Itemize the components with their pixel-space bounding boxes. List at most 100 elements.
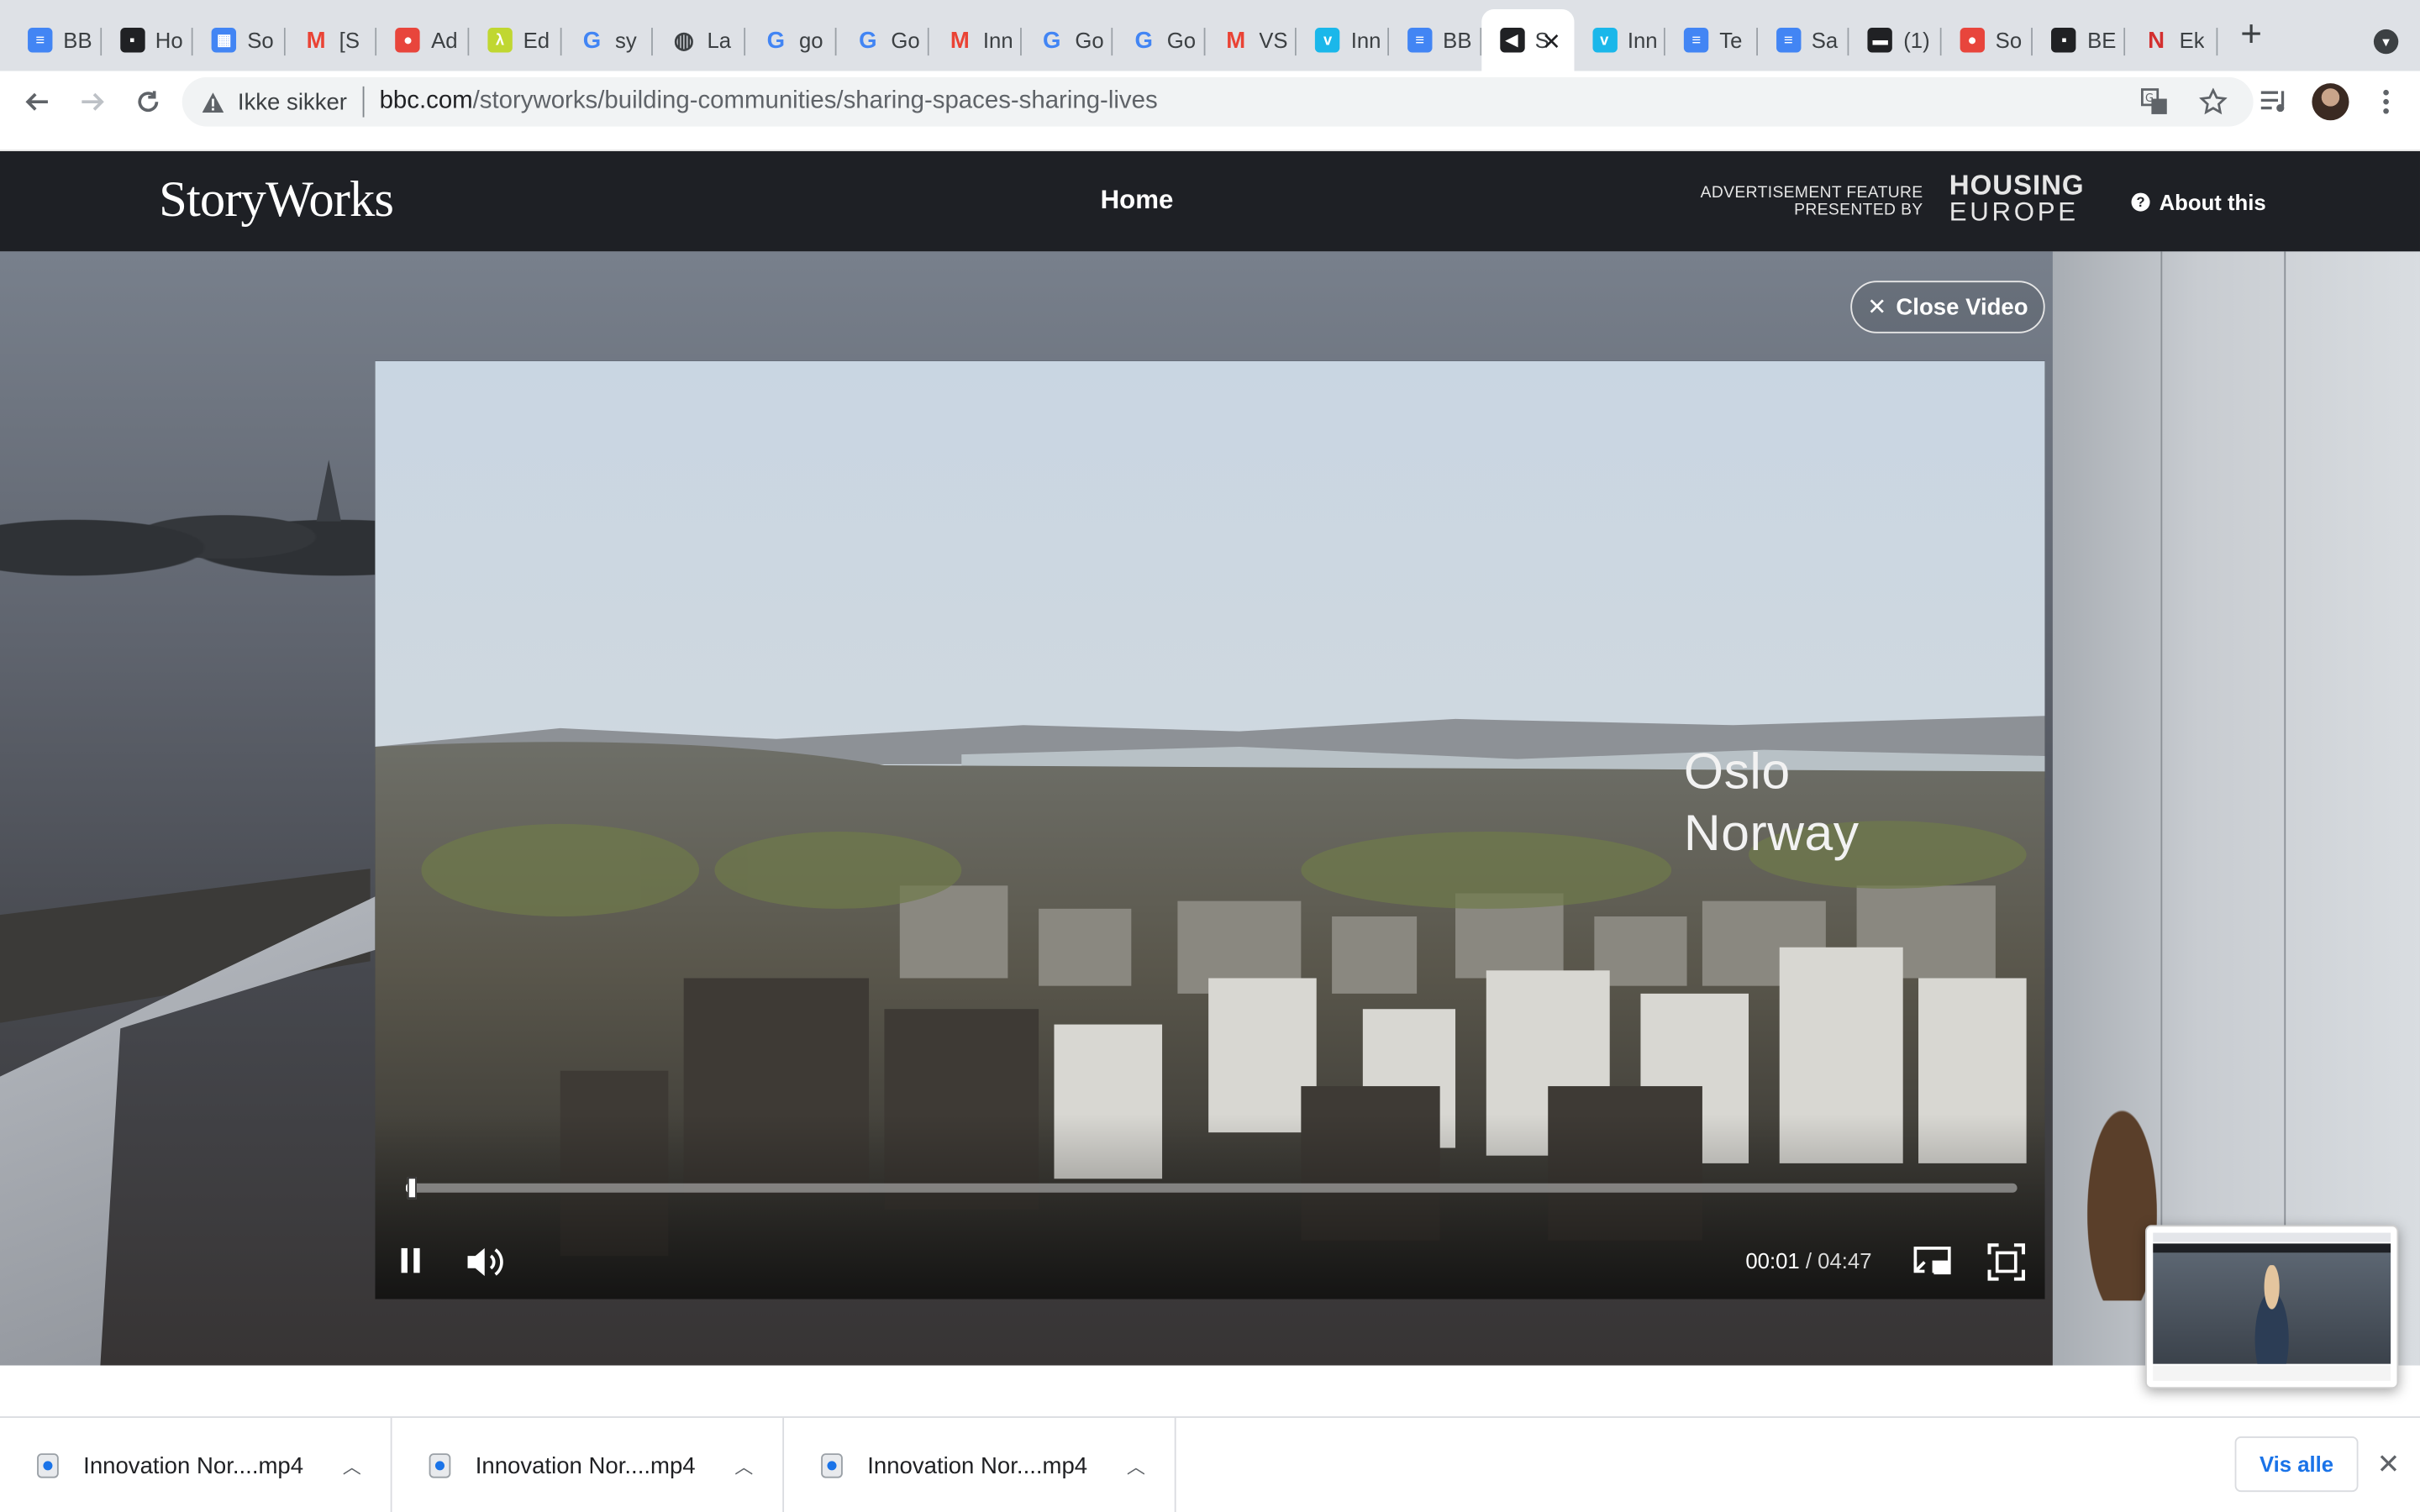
tab-title: go (798, 28, 823, 53)
google-icon: G (859, 27, 877, 54)
tab-title: Go (891, 28, 920, 53)
gmail-icon: M (950, 27, 970, 54)
video-player[interactable]: Oslo Norway 00:01 / 04:47 (375, 360, 2045, 1299)
browser-tab[interactable]: G Go (1113, 9, 1205, 71)
google-docs-icon: ≡ (1684, 28, 1709, 53)
gmail-icon: M (306, 27, 326, 54)
google-icon: G (1134, 27, 1153, 54)
google-calendar-icon: ▦ (211, 28, 237, 53)
browser-tab[interactable]: M Inn (929, 9, 1021, 71)
browser-tab[interactable]: N Ek (2125, 9, 2217, 71)
browser-tab[interactable]: ▬ (1) (1849, 9, 1941, 71)
download-item[interactable]: Innovation Nor....mp4 ︿ (0, 1417, 392, 1512)
vimeo-icon: v (1591, 28, 1617, 53)
google-icon: G (766, 27, 786, 54)
browser-tab[interactable]: ≡ Sa (1757, 9, 1849, 71)
download-item[interactable]: Innovation Nor....mp4 ︿ (784, 1417, 1176, 1512)
n-logo-icon: N (2148, 27, 2165, 54)
nav-home-link[interactable]: Home (1101, 185, 1174, 216)
storyworks-logo[interactable]: StoryWorks (159, 173, 394, 230)
media-control-icon[interactable] (2260, 87, 2291, 118)
browser-tab[interactable]: ▪ Ho (101, 9, 193, 71)
circle-logo-icon: ● (395, 28, 421, 53)
browser-tab[interactable]: ≡ BB (9, 9, 101, 71)
close-video-label: Close Video (1896, 293, 2028, 321)
housing-europe-logo[interactable]: HOUSING EUROPE (1949, 171, 2085, 227)
browser-tab[interactable]: ▦ So (193, 9, 285, 71)
browser-tab[interactable]: λ Ed (469, 9, 561, 71)
show-all-downloads-button[interactable]: Vis alle (2234, 1436, 2359, 1493)
pause-button[interactable] (393, 1241, 427, 1281)
chevron-up-icon[interactable]: ︿ (734, 1452, 753, 1478)
tab-title: La (707, 28, 732, 53)
file-icon (37, 1453, 59, 1478)
picture-in-picture-button[interactable] (1912, 1242, 1953, 1279)
star-icon[interactable] (2198, 87, 2229, 118)
browser-tab[interactable]: ● Ad (377, 9, 469, 71)
google-icon: G (582, 27, 602, 54)
google-docs-icon: ≡ (28, 28, 53, 53)
download-filename: Innovation Nor....mp4 (867, 1452, 1088, 1479)
download-filename: Innovation Nor....mp4 (83, 1452, 304, 1479)
chevron-up-icon[interactable]: ︿ (343, 1452, 361, 1478)
browser-tab[interactable]: Ggo (745, 9, 837, 71)
forward-button[interactable] (65, 74, 120, 129)
close-video-button[interactable]: ✕ Close Video (1850, 281, 2045, 333)
time-display: 00:01 / 04:47 (1745, 1248, 1871, 1273)
browser-tab[interactable]: v Inn (1297, 9, 1389, 71)
warning-icon[interactable] (201, 90, 225, 114)
address-bar[interactable]: Ikke sikker bbc.com/storyworks/building-… (182, 76, 2254, 127)
pause-icon (401, 1247, 408, 1273)
circle-logo-icon: ● (1960, 28, 1985, 53)
bbc-icon: ▪ (119, 28, 145, 53)
kebab-menu-icon[interactable] (2370, 87, 2402, 118)
security-label[interactable]: Ikke sikker (238, 89, 347, 115)
google-docs-icon: ≡ (1776, 28, 1801, 53)
browser-tab[interactable]: ≡ Te (1665, 9, 1757, 71)
browser-tab[interactable]: ◀ S ✕ (1481, 9, 1574, 71)
progress-handle[interactable] (408, 1177, 418, 1200)
volume-button[interactable] (463, 1241, 509, 1284)
gmail-icon: M (1226, 27, 1246, 54)
pip-footer (2153, 1365, 2391, 1381)
fullscreen-button[interactable] (1986, 1242, 2027, 1283)
url-text[interactable]: bbc.com/storyworks/building-communities/… (380, 88, 1158, 116)
pip-site-header (2153, 1243, 2391, 1253)
reload-button[interactable] (120, 74, 176, 129)
total-time: 04:47 (1818, 1247, 1872, 1273)
about-this-link[interactable]: ? About this (2131, 190, 2266, 214)
browser-tab[interactable]: M VS (1205, 9, 1297, 71)
browser-tab[interactable]: ▪ BE (2033, 9, 2125, 71)
back-button[interactable] (9, 74, 65, 129)
tab-title: Inn (1350, 28, 1381, 53)
browser-tab[interactable]: ◍ La (653, 9, 744, 71)
pip-video (2153, 1252, 2391, 1364)
file-icon (429, 1453, 451, 1478)
video-caption: Oslo Norway (1684, 741, 1860, 864)
close-shelf-icon[interactable]: ✕ (2377, 1449, 2401, 1482)
tab-title: BB (63, 28, 92, 53)
download-item[interactable]: Innovation Nor....mp4 ︿ (392, 1417, 785, 1512)
browser-tab[interactable]: ● So (1941, 9, 2033, 71)
browser-tab[interactable]: ≡ BB (1389, 9, 1481, 71)
omnibox-divider (362, 86, 365, 118)
browser-tab[interactable]: M [S (285, 9, 377, 71)
profile-avatar[interactable] (2312, 83, 2349, 121)
browser-tab[interactable]: v Inn (1574, 9, 1665, 71)
tab-search-icon[interactable]: ▼ (2373, 29, 2399, 55)
new-tab-button[interactable]: + (2223, 5, 2279, 66)
chevron-up-icon[interactable]: ︿ (1127, 1452, 1145, 1478)
browser-tab[interactable]: G Go (1021, 9, 1113, 71)
download-shelf: Innovation Nor....mp4 ︿ Innovation Nor..… (0, 1416, 2420, 1512)
close-tab-icon[interactable]: ✕ (1542, 28, 1561, 55)
translate-icon[interactable]: G (2139, 87, 2170, 118)
browser-tab[interactable]: Gsy (561, 9, 653, 71)
google-icon: G (1043, 27, 1061, 54)
arrow-right-icon (82, 92, 104, 111)
browser-tab[interactable]: G Go (837, 9, 929, 71)
download-filename: Innovation Nor....mp4 (475, 1452, 696, 1479)
picture-in-picture-window[interactable] (2145, 1225, 2399, 1389)
tab-title: Go (1166, 28, 1197, 53)
bbc-icon: ▪ (2051, 28, 2077, 53)
progress-bar[interactable] (406, 1177, 2018, 1200)
